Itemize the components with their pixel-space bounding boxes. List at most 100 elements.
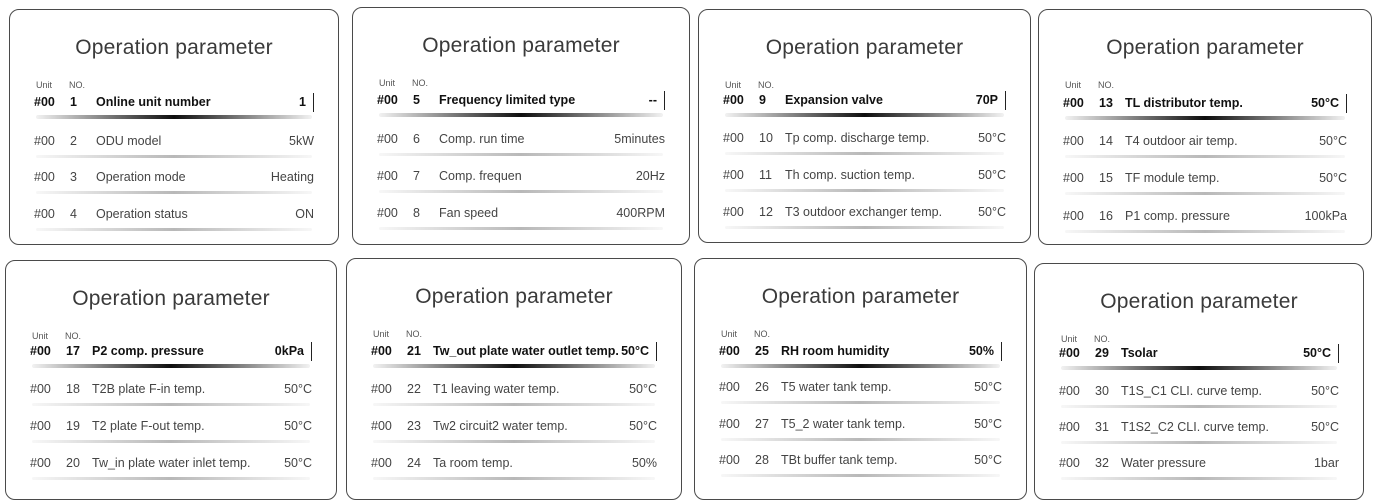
row-divider [721, 438, 1000, 441]
row-divider [1061, 477, 1337, 480]
param-row[interactable]: #00 28 TBt buffer tank temp. 50°C [719, 450, 1002, 477]
row-unit: #00 [723, 168, 744, 182]
row-number: 16 [1099, 209, 1113, 223]
row-value: 1bar [1313, 456, 1339, 470]
param-row[interactable]: #00 15 TF module temp. 50°C [1063, 168, 1347, 195]
param-row[interactable]: #00 17 P2 comp. pressure 0kPa [30, 341, 312, 368]
row-value: 50°C [284, 419, 312, 433]
param-row[interactable]: #00 25 RH room humidity 50% [719, 341, 1002, 368]
param-row[interactable]: #00 13 TL distributor temp. 50°C [1063, 93, 1347, 120]
row-value: 5kW [289, 134, 314, 148]
param-row[interactable]: #00 24 Ta room temp. 50% [371, 453, 657, 480]
row-number: 28 [755, 453, 769, 467]
row-value: 50°C [284, 382, 312, 396]
param-row[interactable]: #00 11 Th comp. suction temp. 50°C [723, 165, 1006, 192]
column-header-no: NO. [1098, 80, 1115, 90]
param-row[interactable]: #00 5 Frequency limited type -- [377, 90, 665, 117]
param-row[interactable]: #00 21 Tw_out plate water outlet temp. 5… [371, 341, 657, 368]
row-name: Tsolar [1121, 346, 1158, 360]
row-divider [36, 115, 312, 119]
column-header-unit: Unit [32, 331, 49, 341]
row-name: P2 comp. pressure [92, 344, 204, 358]
panel-title: Operation parameter [1100, 290, 1298, 313]
row-divider [721, 474, 1000, 477]
row-divider [1061, 441, 1337, 444]
row-divider [32, 440, 310, 443]
row-number: 25 [755, 344, 769, 358]
param-row[interactable]: #00 31 T1S2_C2 CLI. curve temp. 50°C [1059, 417, 1339, 444]
row-name: Th comp. suction temp. [785, 168, 915, 182]
panel-title: Operation parameter [761, 285, 960, 308]
param-row[interactable]: #00 10 Tp comp. discharge temp. 50°C [723, 128, 1006, 155]
column-header-unit: Unit [36, 80, 53, 90]
param-row[interactable]: #00 14 T4 outdoor air temp. 50°C [1063, 131, 1347, 158]
param-row[interactable]: #00 4 Operation status ON [34, 204, 314, 231]
param-row[interactable]: #00 8 Fan speed 400RPM [377, 203, 665, 230]
row-unit: #00 [719, 417, 740, 431]
column-header-unit: Unit [721, 329, 738, 339]
panel-1: Operation parameter Unit NO. #00 1 Onlin… [9, 9, 339, 245]
row-unit: #00 [723, 131, 744, 145]
column-header-no: NO. [69, 80, 86, 90]
param-row[interactable]: #00 12 T3 outdoor exchanger temp. 50°C [723, 202, 1006, 229]
row-divider [1065, 155, 1345, 158]
row-number: 30 [1095, 384, 1109, 398]
row-number: 29 [1095, 346, 1109, 360]
row-divider [373, 364, 655, 368]
row-divider [32, 477, 310, 480]
param-row[interactable]: #00 19 T2 plate F-out temp. 50°C [30, 416, 312, 443]
row-name: Comp. frequen [439, 169, 522, 183]
param-row[interactable]: #00 29 Tsolar 50°C [1059, 343, 1339, 370]
row-unit: #00 [371, 344, 392, 358]
row-number: 19 [66, 419, 80, 433]
param-row[interactable]: #00 20 Tw_in plate water inlet temp. 50°… [30, 453, 312, 480]
row-divider [725, 113, 1004, 117]
row-divider [1065, 230, 1345, 233]
row-value: Heating [270, 170, 314, 184]
param-row[interactable]: #00 32 Water pressure 1bar [1059, 453, 1339, 480]
row-value: 50°C [284, 456, 312, 470]
row-unit: #00 [34, 134, 55, 148]
row-number: 18 [66, 382, 80, 396]
row-name: Online unit number [96, 95, 211, 109]
param-row[interactable]: #00 1 Online unit number 1 [34, 92, 314, 119]
row-value: 50°C [1311, 420, 1339, 434]
row-divider [1065, 192, 1345, 195]
selection-cursor [311, 342, 312, 361]
column-header-no: NO. [406, 329, 423, 339]
row-divider [379, 190, 663, 193]
param-row[interactable]: #00 22 T1 leaving water temp. 50°C [371, 379, 657, 406]
row-divider [36, 155, 312, 158]
row-value: ON [295, 207, 314, 221]
param-row[interactable]: #00 23 Tw2 circuit2 water temp. 50°C [371, 416, 657, 443]
row-number: 2 [70, 134, 77, 148]
row-value: 20Hz [635, 169, 665, 183]
param-row[interactable]: #00 9 Expansion valve 70P [723, 90, 1006, 117]
row-number: 32 [1095, 456, 1109, 470]
row-number: 6 [413, 132, 420, 146]
param-row[interactable]: #00 6 Comp. run time 5minutes [377, 129, 665, 156]
row-number: 15 [1099, 171, 1113, 185]
param-row[interactable]: #00 16 P1 comp. pressure 100kPa [1063, 206, 1347, 233]
row-name: T1S2_C2 CLI. curve temp. [1121, 420, 1269, 434]
param-row[interactable]: #00 2 ODU model 5kW [34, 131, 314, 158]
row-number: 17 [66, 344, 80, 358]
row-unit: #00 [34, 170, 55, 184]
row-value: 70P [975, 93, 998, 107]
param-row[interactable]: #00 27 T5_2 water tank temp. 50°C [719, 414, 1002, 441]
row-divider [725, 226, 1004, 229]
row-divider [1065, 116, 1345, 120]
selection-cursor [313, 93, 314, 112]
param-row[interactable]: #00 18 T2B plate F-in temp. 50°C [30, 379, 312, 406]
param-row[interactable]: #00 7 Comp. frequen 20Hz [377, 166, 665, 193]
row-name: TF module temp. [1125, 171, 1220, 185]
row-number: 12 [759, 205, 773, 219]
param-row[interactable]: #00 26 T5 water tank temp. 50°C [719, 377, 1002, 404]
param-row[interactable]: #00 30 T1S_C1 CLI. curve temp. 50°C [1059, 381, 1339, 408]
row-unit: #00 [34, 95, 55, 109]
row-divider [36, 228, 312, 231]
row-name: Ta room temp. [433, 456, 513, 470]
row-name: Tp comp. discharge temp. [785, 131, 930, 145]
row-value: 1 [299, 95, 306, 109]
param-row[interactable]: #00 3 Operation mode Heating [34, 167, 314, 194]
